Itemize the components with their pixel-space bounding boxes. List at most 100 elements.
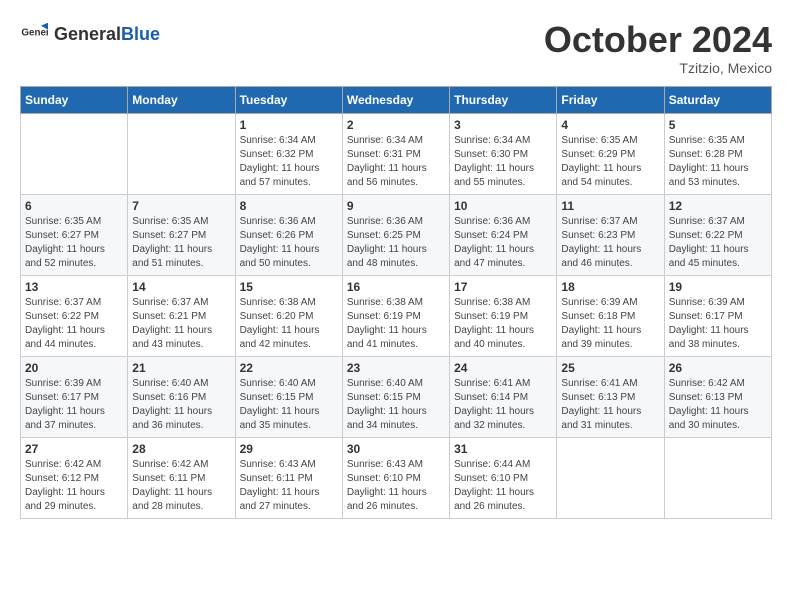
calendar-body: 1 Sunrise: 6:34 AM Sunset: 6:32 PM Daylig… xyxy=(21,113,772,518)
calendar-cell: 25Sunrise: 6:41 AM Sunset: 6:13 PM Dayli… xyxy=(557,356,664,437)
calendar-cell xyxy=(664,437,771,518)
day-number: 6 xyxy=(25,199,123,213)
header-cell-tuesday: Tuesday xyxy=(235,86,342,113)
day-number: 3 xyxy=(454,118,552,132)
day-number: 13 xyxy=(25,280,123,294)
day-number: 10 xyxy=(454,199,552,213)
calendar-cell: 14 Sunrise: 6:37 AM Sunset: 6:21 PM Dayli… xyxy=(128,275,235,356)
day-info: Sunrise: 6:40 AM Sunset: 6:15 PM Dayligh… xyxy=(240,377,338,433)
day-info: Sunrise: 6:36 AM Sunset: 6:24 PM Dayligh… xyxy=(454,215,552,271)
svg-text:General: General xyxy=(21,27,48,38)
month-title: October 2024 xyxy=(544,20,772,60)
day-number: 28 xyxy=(132,442,230,456)
calendar-cell: 30 Sunrise: 6:43 AM Sunset: 6:10 PM Dayli… xyxy=(342,437,449,518)
day-number: 4 xyxy=(561,118,659,132)
day-number: 8 xyxy=(240,199,338,213)
day-number: 2 xyxy=(347,118,445,132)
day-info: Sunrise: 6:42 AM Sunset: 6:12 PM Dayligh… xyxy=(25,458,123,514)
day-info: Sunrise: 6:36 AM Sunset: 6:25 PM Dayligh… xyxy=(347,215,445,271)
day-info: Sunrise: 6:42 AM Sunset: 6:13 PM Dayligh… xyxy=(669,377,767,433)
day-info: Sunrise: 6:39 AM Sunset: 6:17 PM Dayligh… xyxy=(25,377,123,433)
calendar-cell: 2Sunrise: 6:34 AM Sunset: 6:31 PM Daylig… xyxy=(342,113,449,194)
calendar-cell xyxy=(557,437,664,518)
day-number: 9 xyxy=(347,199,445,213)
day-info: Sunrise: 6:34 AM Sunset: 6:30 PM Dayligh… xyxy=(454,134,552,190)
calendar-cell: 11Sunrise: 6:37 AM Sunset: 6:23 PM Dayli… xyxy=(557,194,664,275)
calendar-cell: 15Sunrise: 6:38 AM Sunset: 6:20 PM Dayli… xyxy=(235,275,342,356)
calendar-cell: 7Sunrise: 6:35 AM Sunset: 6:27 PM Daylig… xyxy=(128,194,235,275)
week-row-5: 27 Sunrise: 6:42 AM Sunset: 6:12 PM Dayli… xyxy=(21,437,772,518)
calendar-cell: 28 Sunrise: 6:42 AM Sunset: 6:11 PM Dayli… xyxy=(128,437,235,518)
calendar-cell: 18 Sunrise: 6:39 AM Sunset: 6:18 PM Dayli… xyxy=(557,275,664,356)
calendar-cell xyxy=(128,113,235,194)
day-number: 15 xyxy=(240,280,338,294)
day-info: Sunrise: 6:44 AM Sunset: 6:10 PM Dayligh… xyxy=(454,458,552,514)
header-cell-monday: Monday xyxy=(128,86,235,113)
day-number: 22 xyxy=(240,361,338,375)
logo-icon: General xyxy=(20,20,48,48)
calendar-cell: 21Sunrise: 6:40 AM Sunset: 6:16 PM Dayli… xyxy=(128,356,235,437)
day-info: Sunrise: 6:40 AM Sunset: 6:15 PM Dayligh… xyxy=(347,377,445,433)
day-number: 14 xyxy=(132,280,230,294)
calendar-cell: 5 Sunrise: 6:35 AM Sunset: 6:28 PM Daylig… xyxy=(664,113,771,194)
day-number: 19 xyxy=(669,280,767,294)
title-block: October 2024 Tzitzio, Mexico xyxy=(544,20,772,76)
week-row-1: 1 Sunrise: 6:34 AM Sunset: 6:32 PM Daylig… xyxy=(21,113,772,194)
calendar-cell: 3 Sunrise: 6:34 AM Sunset: 6:30 PM Daylig… xyxy=(450,113,557,194)
day-number: 30 xyxy=(347,442,445,456)
week-row-3: 13Sunrise: 6:37 AM Sunset: 6:22 PM Dayli… xyxy=(21,275,772,356)
day-info: Sunrise: 6:35 AM Sunset: 6:29 PM Dayligh… xyxy=(561,134,659,190)
day-info: Sunrise: 6:37 AM Sunset: 6:21 PM Dayligh… xyxy=(132,296,230,352)
day-number: 18 xyxy=(561,280,659,294)
calendar-cell: 24Sunrise: 6:41 AM Sunset: 6:14 PM Dayli… xyxy=(450,356,557,437)
day-number: 7 xyxy=(132,199,230,213)
calendar-cell: 13Sunrise: 6:37 AM Sunset: 6:22 PM Dayli… xyxy=(21,275,128,356)
header-cell-wednesday: Wednesday xyxy=(342,86,449,113)
day-info: Sunrise: 6:38 AM Sunset: 6:19 PM Dayligh… xyxy=(454,296,552,352)
calendar-cell: 31 Sunrise: 6:44 AM Sunset: 6:10 PM Dayli… xyxy=(450,437,557,518)
day-number: 16 xyxy=(347,280,445,294)
day-number: 31 xyxy=(454,442,552,456)
calendar-cell: 16 Sunrise: 6:38 AM Sunset: 6:19 PM Dayli… xyxy=(342,275,449,356)
day-number: 26 xyxy=(669,361,767,375)
day-info: Sunrise: 6:39 AM Sunset: 6:17 PM Dayligh… xyxy=(669,296,767,352)
day-info: Sunrise: 6:35 AM Sunset: 6:27 PM Dayligh… xyxy=(25,215,123,271)
calendar-cell: 6 Sunrise: 6:35 AM Sunset: 6:27 PM Daylig… xyxy=(21,194,128,275)
calendar-cell: 27 Sunrise: 6:42 AM Sunset: 6:12 PM Dayli… xyxy=(21,437,128,518)
day-number: 12 xyxy=(669,199,767,213)
day-info: Sunrise: 6:35 AM Sunset: 6:28 PM Dayligh… xyxy=(669,134,767,190)
day-info: Sunrise: 6:36 AM Sunset: 6:26 PM Dayligh… xyxy=(240,215,338,271)
day-number: 17 xyxy=(454,280,552,294)
location-text: Tzitzio, Mexico xyxy=(544,60,772,76)
day-number: 20 xyxy=(25,361,123,375)
day-info: Sunrise: 6:39 AM Sunset: 6:18 PM Dayligh… xyxy=(561,296,659,352)
calendar-cell xyxy=(21,113,128,194)
header-row: SundayMondayTuesdayWednesdayThursdayFrid… xyxy=(21,86,772,113)
calendar-cell: 19 Sunrise: 6:39 AM Sunset: 6:17 PM Dayli… xyxy=(664,275,771,356)
calendar-cell: 9 Sunrise: 6:36 AM Sunset: 6:25 PM Daylig… xyxy=(342,194,449,275)
day-number: 23 xyxy=(347,361,445,375)
day-number: 11 xyxy=(561,199,659,213)
week-row-4: 20 Sunrise: 6:39 AM Sunset: 6:17 PM Dayli… xyxy=(21,356,772,437)
header-cell-saturday: Saturday xyxy=(664,86,771,113)
logo-general-text: General xyxy=(54,24,121,44)
day-number: 27 xyxy=(25,442,123,456)
calendar-cell: 12Sunrise: 6:37 AM Sunset: 6:22 PM Dayli… xyxy=(664,194,771,275)
day-number: 24 xyxy=(454,361,552,375)
day-info: Sunrise: 6:41 AM Sunset: 6:13 PM Dayligh… xyxy=(561,377,659,433)
day-info: Sunrise: 6:43 AM Sunset: 6:11 PM Dayligh… xyxy=(240,458,338,514)
calendar-cell: 4 Sunrise: 6:35 AM Sunset: 6:29 PM Daylig… xyxy=(557,113,664,194)
calendar-cell: 26 Sunrise: 6:42 AM Sunset: 6:13 PM Dayli… xyxy=(664,356,771,437)
calendar-cell: 29Sunrise: 6:43 AM Sunset: 6:11 PM Dayli… xyxy=(235,437,342,518)
header-cell-sunday: Sunday xyxy=(21,86,128,113)
page-header: General GeneralBlue October 2024 Tzitzio… xyxy=(20,20,772,76)
day-number: 1 xyxy=(240,118,338,132)
day-info: Sunrise: 6:42 AM Sunset: 6:11 PM Dayligh… xyxy=(132,458,230,514)
day-info: Sunrise: 6:38 AM Sunset: 6:19 PM Dayligh… xyxy=(347,296,445,352)
calendar-cell: 23 Sunrise: 6:40 AM Sunset: 6:15 PM Dayli… xyxy=(342,356,449,437)
day-info: Sunrise: 6:43 AM Sunset: 6:10 PM Dayligh… xyxy=(347,458,445,514)
day-info: Sunrise: 6:34 AM Sunset: 6:32 PM Dayligh… xyxy=(240,134,338,190)
day-number: 21 xyxy=(132,361,230,375)
calendar-table: SundayMondayTuesdayWednesdayThursdayFrid… xyxy=(20,86,772,519)
day-number: 5 xyxy=(669,118,767,132)
